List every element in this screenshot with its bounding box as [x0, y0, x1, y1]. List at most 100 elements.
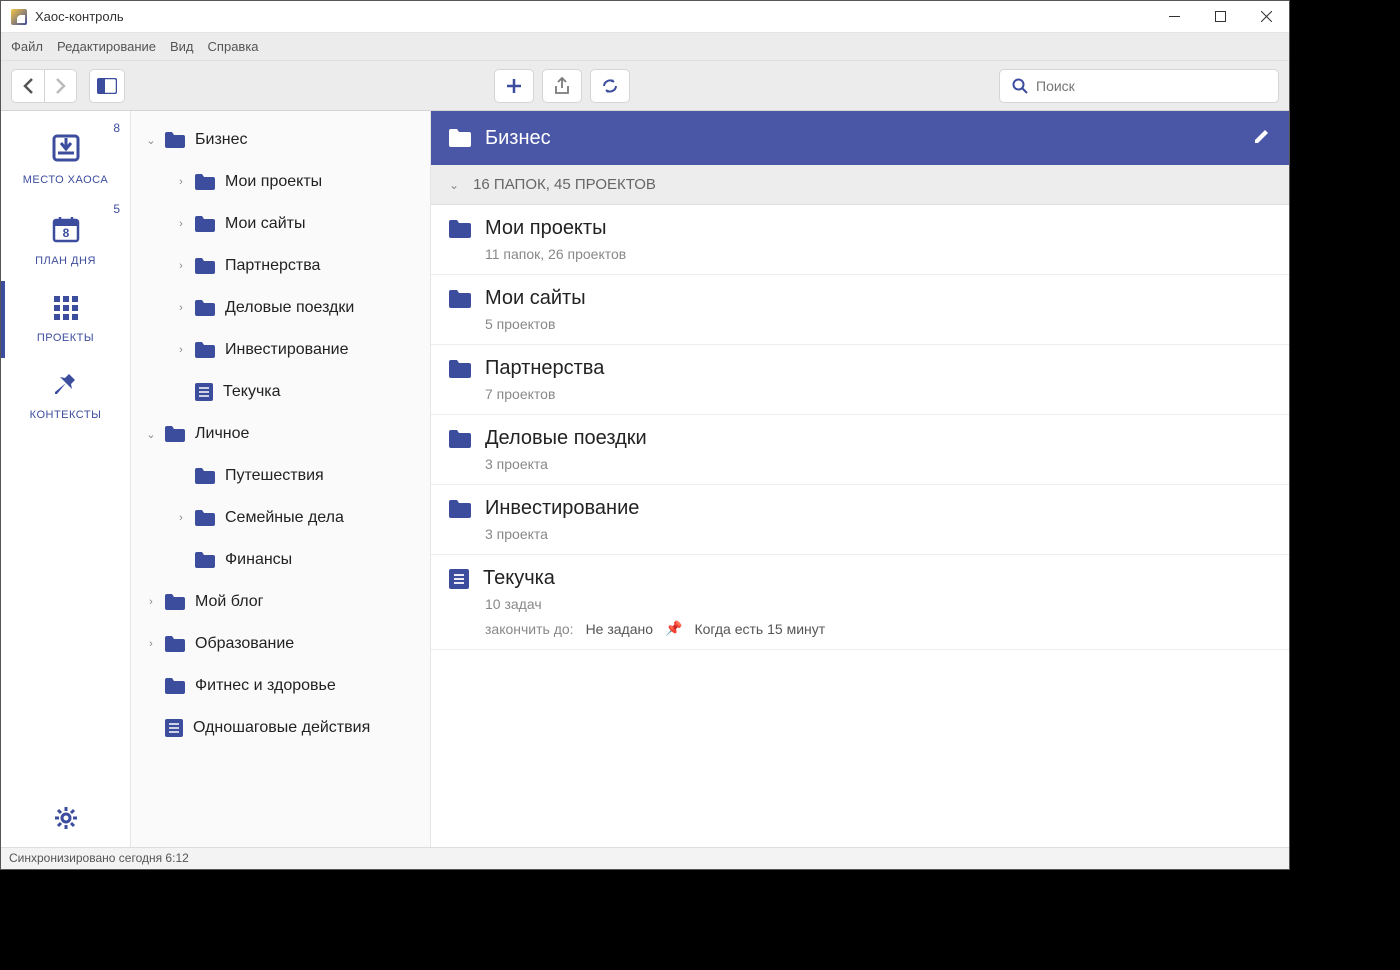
tree-item[interactable]: Финансы — [131, 539, 430, 581]
chevron-right-icon[interactable]: › — [173, 344, 189, 356]
folder-icon — [449, 360, 471, 378]
content-subheader[interactable]: ⌄ 16 ПАПОК, 45 ПРОЕКТОВ — [431, 165, 1289, 205]
folder-icon — [449, 500, 471, 518]
tree-label: Фитнес и здоровье — [195, 677, 336, 695]
pin-icon: 📌 — [665, 620, 682, 637]
grid-icon — [53, 295, 79, 324]
menubar: Файл Редактирование Вид Справка — [1, 33, 1289, 61]
tree-blog[interactable]: › Мой блог — [131, 581, 430, 623]
chevron-right-icon[interactable]: › — [173, 176, 189, 188]
folder-icon — [449, 129, 471, 147]
item-sub: 3 проекта — [485, 526, 1271, 542]
tree-fitness[interactable]: Фитнес и здоровье — [131, 665, 430, 707]
tree-label: Мой блог — [195, 593, 263, 611]
tree-label: Партнерства — [225, 257, 320, 275]
maximize-button[interactable] — [1197, 1, 1243, 32]
deadline-value: Не задано — [586, 621, 653, 637]
content-item[interactable]: Мои сайты 5 проектов — [431, 275, 1289, 345]
content-item[interactable]: Текучка 10 задач закончить до: Не задано… — [431, 555, 1289, 650]
menu-file[interactable]: Файл — [11, 39, 43, 54]
nav-chaos[interactable]: 8 МЕСТО ХАОСА — [1, 119, 130, 200]
tree-label: Деловые поездки — [225, 299, 354, 317]
tree-label: Текучка — [223, 383, 281, 401]
chevron-right-icon[interactable]: › — [143, 638, 159, 650]
chaos-badge: 8 — [113, 121, 120, 135]
chevron-right-icon[interactable]: › — [173, 218, 189, 230]
item-title: Инвестирование — [485, 497, 639, 520]
menu-view[interactable]: Вид — [170, 39, 194, 54]
item-title: Мои проекты — [485, 217, 606, 240]
list-icon — [449, 569, 469, 589]
content-panel: Бизнес ⌄ 16 ПАПОК, 45 ПРОЕКТОВ Мои проек… — [431, 111, 1289, 847]
folder-icon — [195, 300, 215, 316]
menu-help[interactable]: Справка — [208, 39, 259, 54]
nav-plan-label: ПЛАН ДНЯ — [35, 255, 96, 267]
item-meta: закончить до: Не задано 📌 Когда есть 15 … — [485, 620, 1271, 637]
chevron-right-icon[interactable]: › — [143, 596, 159, 608]
tree-item[interactable]: › Мои проекты — [131, 161, 430, 203]
chevron-down-icon[interactable]: ⌄ — [143, 428, 159, 441]
item-sub: 3 проекта — [485, 456, 1271, 472]
tree-onestep[interactable]: Одношаговые действия — [131, 707, 430, 749]
item-sub: 5 проектов — [485, 316, 1271, 332]
tree-item[interactable]: › Семейные дела — [131, 497, 430, 539]
context-value: Когда есть 15 минут — [694, 621, 825, 637]
nav-projects[interactable]: ПРОЕКТЫ — [1, 281, 130, 358]
folder-icon — [195, 258, 215, 274]
menu-edit[interactable]: Редактирование — [57, 39, 156, 54]
tree-label: Личное — [195, 425, 249, 443]
calendar-icon: 8 — [51, 214, 81, 247]
chevron-right-icon[interactable]: › — [173, 260, 189, 272]
content-item[interactable]: Инвестирование 3 проекта — [431, 485, 1289, 555]
tree-item[interactable]: › Мои сайты — [131, 203, 430, 245]
folder-icon — [195, 468, 215, 484]
item-title: Деловые поездки — [485, 427, 647, 450]
tree-label: Бизнес — [195, 131, 248, 149]
chevron-right-icon[interactable]: › — [173, 302, 189, 314]
folder-icon — [449, 220, 471, 238]
tree-item[interactable]: › Инвестирование — [131, 329, 430, 371]
tree-item[interactable]: Путешествия — [131, 455, 430, 497]
inbox-icon — [51, 133, 81, 166]
forward-button[interactable] — [44, 70, 76, 102]
item-sub: 7 проектов — [485, 386, 1271, 402]
item-sub: 10 задач — [485, 596, 1271, 612]
back-button[interactable] — [12, 70, 44, 102]
folder-icon — [195, 174, 215, 190]
tree-label: Инвестирование — [225, 341, 349, 359]
item-sub: 11 папок, 26 проектов — [485, 246, 1271, 262]
content-item[interactable]: Партнерства 7 проектов — [431, 345, 1289, 415]
chevron-down-icon[interactable]: ⌄ — [143, 134, 159, 147]
settings-button[interactable] — [1, 789, 130, 847]
edit-button[interactable] — [1253, 127, 1271, 150]
sync-button[interactable] — [590, 69, 630, 103]
close-button[interactable] — [1243, 1, 1289, 32]
subheader-text: 16 ПАПОК, 45 ПРОЕКТОВ — [473, 176, 656, 193]
panel-toggle-button[interactable] — [89, 69, 125, 103]
tree-item[interactable]: › Партнерства — [131, 245, 430, 287]
search-icon — [1012, 78, 1028, 94]
add-button[interactable] — [494, 69, 534, 103]
search-box[interactable] — [999, 69, 1279, 103]
share-button[interactable] — [542, 69, 582, 103]
folder-icon — [165, 132, 185, 148]
nav-contexts[interactable]: КОНТЕКСТЫ — [1, 358, 130, 435]
tree-item[interactable]: Текучка — [131, 371, 430, 413]
statusbar: Синхронизировано сегодня 6:12 — [1, 847, 1289, 869]
content-item[interactable]: Деловые поездки 3 проекта — [431, 415, 1289, 485]
tree-personal[interactable]: ⌄ Личное — [131, 413, 430, 455]
gear-icon — [53, 805, 79, 831]
chevron-right-icon[interactable]: › — [173, 512, 189, 524]
deadline-label: закончить до: — [485, 621, 574, 637]
search-input[interactable] — [1036, 78, 1266, 94]
minimize-button[interactable] — [1151, 1, 1197, 32]
tree-education[interactable]: › Образование — [131, 623, 430, 665]
folder-icon — [195, 216, 215, 232]
tree-business[interactable]: ⌄ Бизнес — [131, 119, 430, 161]
nav-plan[interactable]: 5 8 ПЛАН ДНЯ — [1, 200, 130, 281]
content-item[interactable]: Мои проекты 11 папок, 26 проектов — [431, 205, 1289, 275]
tree-label: Одношаговые действия — [193, 719, 370, 737]
nav-projects-label: ПРОЕКТЫ — [37, 332, 94, 344]
tree-item[interactable]: › Деловые поездки — [131, 287, 430, 329]
chevron-down-icon: ⌄ — [449, 178, 459, 192]
